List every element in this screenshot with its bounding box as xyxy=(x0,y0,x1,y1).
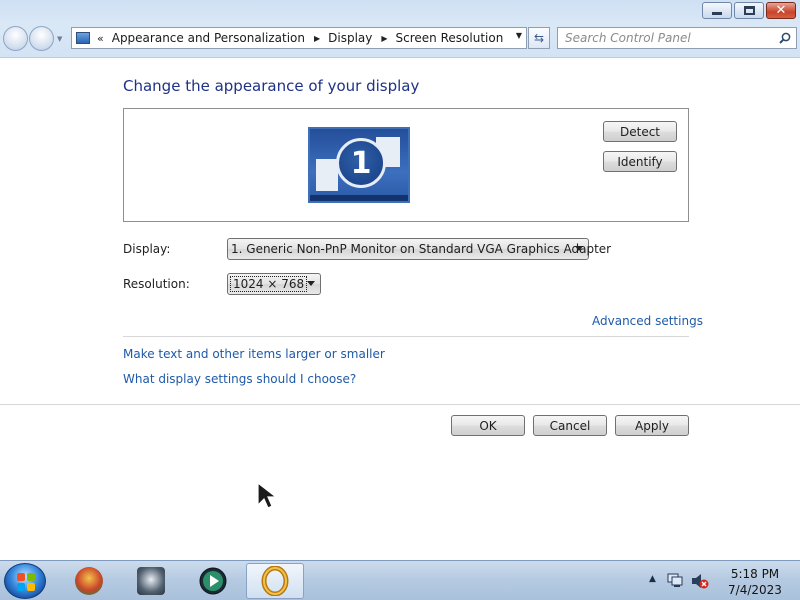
monitor-number-badge: 1 xyxy=(336,138,386,188)
page-title: Change the appearance of your display xyxy=(123,77,420,95)
breadcrumb-screen-resolution[interactable]: Screen Resolution xyxy=(396,31,504,45)
divider xyxy=(0,404,800,405)
chevron-down-icon xyxy=(575,246,583,251)
refresh-button[interactable]: ⇆ xyxy=(528,27,550,49)
clock-time: 5:18 PM xyxy=(730,567,780,581)
minimize-button[interactable] xyxy=(702,2,732,19)
start-button[interactable] xyxy=(4,563,46,599)
app-icon-2 xyxy=(137,567,165,595)
media-player-icon xyxy=(199,567,227,595)
taskbar-app-media[interactable] xyxy=(184,563,242,599)
search-input[interactable] xyxy=(565,29,775,47)
address-dropdown-icon[interactable]: ▼ xyxy=(516,31,522,40)
show-hidden-icons-icon[interactable]: ▲ xyxy=(649,574,656,584)
taskbar-app-2[interactable] xyxy=(122,563,180,599)
control-panel-icon xyxy=(76,32,90,44)
clock-date: 7/4/2023 xyxy=(728,583,782,597)
resolution-select[interactable]: 1024 × 768 xyxy=(227,273,321,295)
caption-buttons: ✕ xyxy=(702,2,796,19)
close-button[interactable]: ✕ xyxy=(766,2,796,19)
search-icon[interactable] xyxy=(779,32,791,44)
search-box[interactable] xyxy=(557,27,797,49)
detect-button[interactable]: Detect xyxy=(603,121,677,142)
display-select-value: 1. Generic Non-PnP Monitor on Standard V… xyxy=(231,242,612,256)
apply-button[interactable]: Apply xyxy=(615,415,689,436)
resolution-select-value: 1024 × 768 xyxy=(230,276,308,292)
close-icon: ✕ xyxy=(775,3,787,18)
taskbar-app-active[interactable] xyxy=(246,563,304,599)
minimize-icon xyxy=(712,11,722,15)
larger-text-link[interactable]: Make text and other items larger or smal… xyxy=(123,347,385,361)
system-tray: ▲ 5:18 PM 7/4/2023 xyxy=(640,561,800,600)
taskbar: ▲ 5:18 PM 7/4/2023 xyxy=(0,560,800,600)
display-label: Display: xyxy=(123,242,171,256)
history-buttons: ▼ xyxy=(3,26,62,51)
monitor-arrangement-panel: 1 Detect Identify xyxy=(123,108,689,222)
breadcrumb-separator-icon[interactable]: ▶ xyxy=(314,34,320,43)
windows-logo-icon xyxy=(17,573,35,591)
overflow-chevron-icon[interactable]: « xyxy=(97,32,104,45)
app-icon-1 xyxy=(75,567,103,595)
chevron-down-icon xyxy=(307,281,315,286)
restore-icon xyxy=(743,6,755,15)
breadcrumb-separator-icon[interactable]: ▶ xyxy=(381,34,387,43)
advanced-settings-link[interactable]: Advanced settings xyxy=(592,314,703,328)
clock[interactable]: 5:18 PM 7/4/2023 xyxy=(719,566,791,598)
mouse-pointer-icon xyxy=(257,481,278,509)
window-chrome: ✕ ▼ « Appearance and Personalization ▶ D… xyxy=(0,0,800,58)
recent-pages-icon[interactable]: ▼ xyxy=(57,35,62,43)
cancel-button[interactable]: Cancel xyxy=(533,415,607,436)
ok-button[interactable]: OK xyxy=(451,415,525,436)
breadcrumb-appearance[interactable]: Appearance and Personalization xyxy=(112,31,305,45)
taskbar-app-1[interactable] xyxy=(60,563,118,599)
refresh-icon: ⇆ xyxy=(533,31,545,45)
forward-button[interactable] xyxy=(29,26,54,51)
display-help-link[interactable]: What display settings should I choose? xyxy=(123,372,356,386)
divider xyxy=(123,336,689,337)
network-icon[interactable] xyxy=(667,573,683,587)
volume-muted-icon[interactable] xyxy=(691,573,709,589)
identify-button[interactable]: Identify xyxy=(603,151,677,172)
restore-button[interactable] xyxy=(734,2,764,19)
display-select[interactable]: 1. Generic Non-PnP Monitor on Standard V… xyxy=(227,238,611,260)
ring-icon xyxy=(261,566,289,596)
monitor-1-thumbnail[interactable]: 1 xyxy=(308,127,410,203)
address-bar[interactable]: « Appearance and Personalization ▶ Displ… xyxy=(71,27,527,49)
breadcrumb-display[interactable]: Display xyxy=(328,31,372,45)
resolution-label: Resolution: xyxy=(123,277,190,291)
back-button[interactable] xyxy=(3,26,28,51)
